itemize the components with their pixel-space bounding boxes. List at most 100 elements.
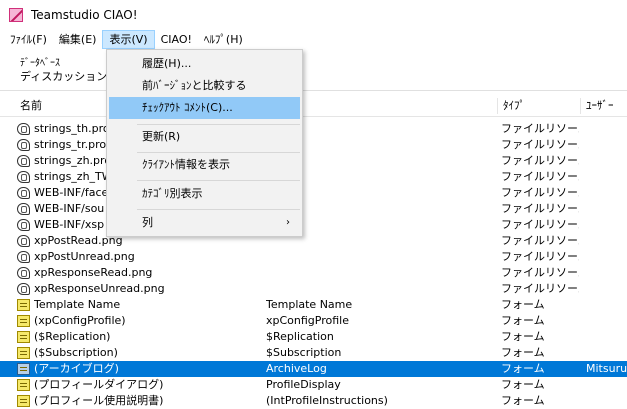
row-type: ファイルリソース: [501, 282, 579, 295]
row-type: ファイルリソース: [501, 170, 579, 183]
table-row[interactable]: strings_zh.prop ファイルリソース: [0, 153, 627, 169]
row-alias: Template Name: [266, 298, 353, 311]
file-resource-icon: [17, 139, 30, 151]
menu-view[interactable]: 表示(V): [102, 30, 155, 49]
column-header-user[interactable]: ﾕｰｻﾞｰ: [586, 96, 614, 116]
row-type: フォーム: [501, 298, 545, 311]
table-row[interactable]: WEB-INF/xsp ファイルリソース: [0, 217, 627, 233]
row-type: フォーム: [501, 394, 545, 407]
menu-item-category-view[interactable]: ｶﾃｺﾞﾘ別表示: [109, 183, 300, 205]
menu-bar: ﾌｧｲﾙ(F) 編集(E) 表示(V) CIAO! ﾍﾙﾌﾟ(H): [0, 30, 627, 49]
table-row[interactable]: ($Subscription) $Subscription フォーム: [0, 345, 627, 361]
row-alias: ProfileDisplay: [266, 378, 341, 391]
row-type: フォーム: [501, 362, 545, 375]
menu-item-refresh[interactable]: 更新(R): [109, 126, 300, 148]
table-row[interactable]: xpResponseRead.png ファイルリソース: [0, 265, 627, 281]
row-type: フォーム: [501, 314, 545, 327]
row-name: ($Replication): [34, 330, 111, 343]
menu-item-compare-previous-version[interactable]: 前ﾊﾞｰｼﾞｮﾝと比較する: [109, 75, 300, 97]
row-type: ファイルリソース: [501, 234, 579, 247]
menu-separator: [137, 124, 300, 125]
form-icon: [17, 299, 30, 311]
row-alias: xpConfigProfile: [266, 314, 349, 327]
table-row[interactable]: Template Name Template Name フォーム: [0, 297, 627, 313]
row-user: Mitsuru: [586, 362, 627, 375]
row-type: ファイルリソース: [501, 122, 579, 135]
menu-item-label: ｸﾗｲｱﾝﾄ情報を表示: [142, 158, 230, 171]
row-type: ファイルリソース: [501, 138, 579, 151]
form-icon: [17, 331, 30, 343]
column-header-type[interactable]: ﾀｲﾌﾟ: [503, 96, 525, 116]
file-resource-icon: [17, 267, 30, 279]
view-menu-dropdown: 履歴(H)... 前ﾊﾞｰｼﾞｮﾝと比較する ﾁｪｯｸｱｳﾄ ｺﾒﾝﾄ(C)..…: [106, 49, 303, 237]
table-row[interactable]: strings_tr.prop ファイルリソース: [0, 137, 627, 153]
menu-item-history[interactable]: 履歴(H)...: [109, 53, 300, 75]
menu-item-show-client-info[interactable]: ｸﾗｲｱﾝﾄ情報を表示: [109, 154, 300, 176]
menu-item-label: 履歴(H)...: [142, 57, 192, 70]
table-row[interactable]: xpPostUnread.png ファイルリソース: [0, 249, 627, 265]
app-logo-icon: [9, 8, 23, 22]
row-type: フォーム: [501, 330, 545, 343]
menu-help[interactable]: ﾍﾙﾌﾟ(H): [198, 30, 249, 49]
file-resource-icon: [17, 171, 30, 183]
table-row[interactable]: strings_zh_TW. ファイルリソース: [0, 169, 627, 185]
row-alias: $Replication: [266, 330, 334, 343]
menu-item-label: 前ﾊﾞｰｼﾞｮﾝと比較する: [142, 79, 247, 92]
file-resource-icon: [17, 155, 30, 167]
file-resource-icon: [17, 235, 30, 247]
row-alias: $Subscription: [266, 346, 342, 359]
row-name: (xpConfigProfile): [34, 314, 126, 327]
window-title: Teamstudio CIAO!: [31, 8, 138, 22]
form-icon: [17, 315, 30, 327]
row-type: ファイルリソース: [501, 186, 579, 199]
row-type: ファイルリソース: [501, 266, 579, 279]
file-resource-icon: [17, 123, 30, 135]
form-icon: [17, 363, 30, 375]
row-type: フォーム: [501, 378, 545, 391]
table-row[interactable]: (xpConfigProfile) xpConfigProfile フォーム: [0, 313, 627, 329]
table-row-selected[interactable]: (アーカイブログ) ArchiveLog フォーム Mitsuru: [0, 361, 627, 377]
row-alias: [266, 281, 498, 297]
menu-item-checkout-comment[interactable]: ﾁｪｯｸｱｳﾄ ｺﾒﾝﾄ(C)...: [109, 97, 300, 119]
column-divider[interactable]: [580, 98, 581, 114]
table-row[interactable]: ($Replication) $Replication フォーム: [0, 329, 627, 345]
file-resource-icon: [17, 283, 30, 295]
menu-item-columns[interactable]: 列 ›: [109, 212, 300, 234]
row-name: xpPostUnread.png: [34, 250, 135, 263]
row-name: ($Subscription): [34, 346, 118, 359]
form-icon: [17, 379, 30, 391]
table-row[interactable]: WEB-INF/sou ファイルリソース: [0, 201, 627, 217]
form-icon: [17, 395, 30, 407]
table-row[interactable]: WEB-INF/face ファイルリソース: [0, 185, 627, 201]
table-header: 名前 ﾀｲﾌﾟ ﾕｰｻﾞｰ: [0, 96, 627, 117]
menu-ciao[interactable]: CIAO!: [155, 30, 198, 49]
table-row[interactable]: xpPostRead.png ファイルリソース: [0, 233, 627, 249]
row-name: (プロフィール使用説明書): [34, 394, 164, 407]
table-row[interactable]: (プロフィールダイアログ) ProfileDisplay フォーム: [0, 377, 627, 393]
form-icon: [17, 347, 30, 359]
column-header-name[interactable]: 名前: [20, 96, 42, 116]
column-divider[interactable]: [497, 98, 498, 114]
menu-separator: [137, 152, 300, 153]
chevron-right-icon: ›: [286, 217, 290, 228]
menu-item-label: ﾁｪｯｸｱｳﾄ ｺﾒﾝﾄ(C)...: [142, 101, 233, 114]
row-type: ファイルリソース: [501, 250, 579, 263]
table-row[interactable]: xpResponseUnread.png ファイルリソース: [0, 281, 627, 297]
menu-file[interactable]: ﾌｧｲﾙ(F): [4, 30, 53, 49]
row-alias: [266, 265, 498, 281]
file-resource-icon: [17, 219, 30, 231]
menu-edit[interactable]: 編集(E): [53, 30, 103, 49]
file-resource-icon: [17, 251, 30, 263]
menu-separator: [137, 209, 300, 210]
divider: [0, 90, 627, 91]
menu-item-label: 更新(R): [142, 130, 181, 143]
row-type: フォーム: [501, 346, 545, 359]
row-alias: ArchiveLog: [266, 362, 327, 375]
table-row[interactable]: strings_th.prop ファイルリソース: [0, 121, 627, 137]
row-type: ファイルリソース: [501, 202, 579, 215]
menu-separator: [137, 180, 300, 181]
table-row[interactable]: (プロフィール使用説明書) (IntProfileInstructions) フ…: [0, 393, 627, 409]
row-alias: [266, 249, 498, 265]
title-bar: Teamstudio CIAO!: [0, 0, 627, 30]
row-name: Template Name: [34, 298, 121, 311]
